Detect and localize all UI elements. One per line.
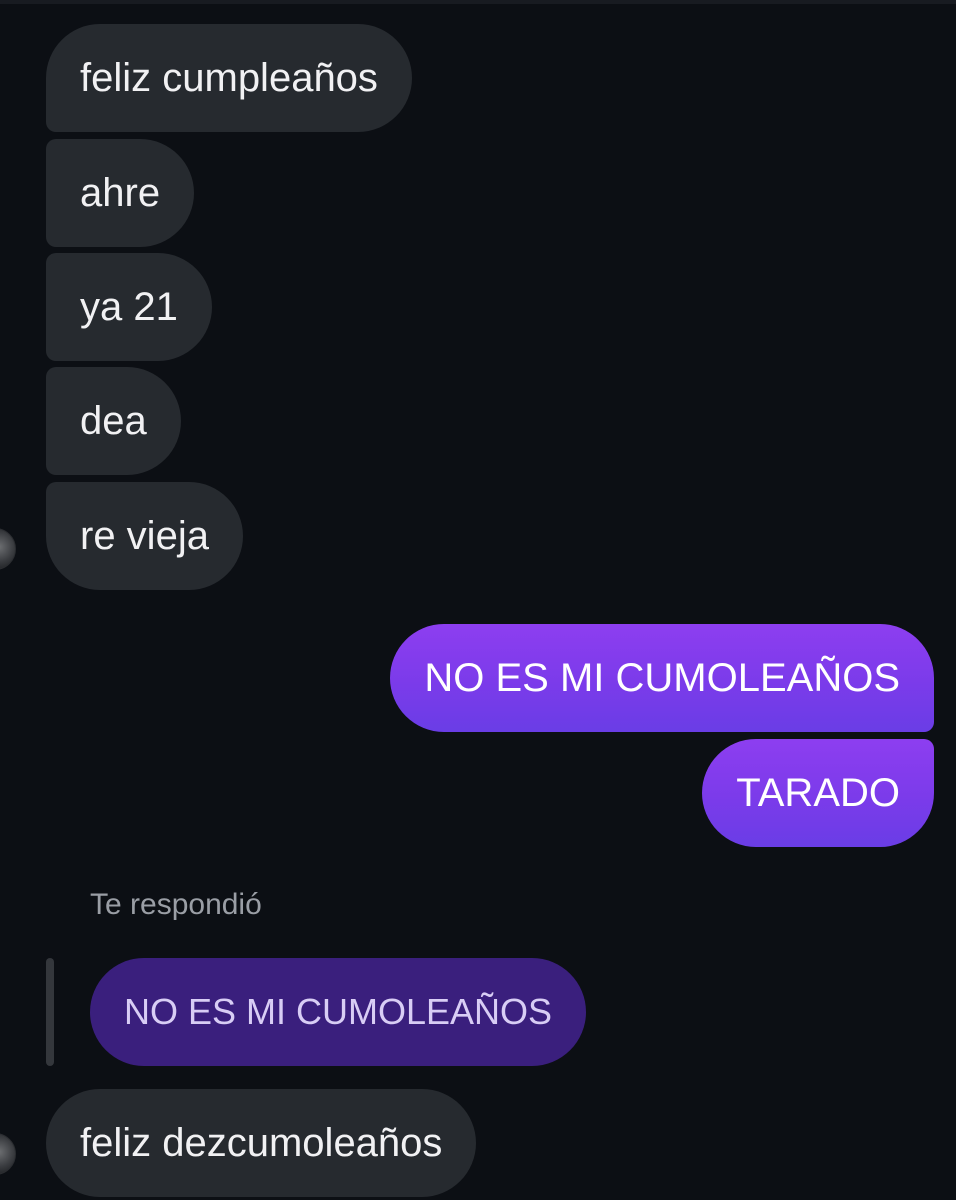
- message-text: NO ES MI CUMOLEAÑOS: [424, 656, 900, 700]
- message-text: ahre: [80, 171, 161, 215]
- quoted-message-text: NO ES MI CUMOLEAÑOS: [124, 991, 553, 1032]
- message-text: TARADO: [736, 771, 900, 815]
- incoming-message[interactable]: feliz cumpleaños: [46, 24, 412, 132]
- incoming-message[interactable]: re vieja: [46, 482, 243, 590]
- incoming-message[interactable]: ahre: [46, 139, 195, 247]
- chat-screen: feliz cumpleaños ahre ya 21 dea re vieja…: [0, 0, 956, 1200]
- message-text: ya 21: [80, 285, 178, 329]
- quoted-message[interactable]: NO ES MI CUMOLEAÑOS: [90, 958, 587, 1066]
- outgoing-message[interactable]: NO ES MI CUMOLEAÑOS: [390, 624, 934, 732]
- reply-indicator-bar: [46, 958, 54, 1066]
- outgoing-message[interactable]: TARADO: [702, 739, 934, 847]
- incoming-reply-message[interactable]: feliz dezcumoleaños: [46, 1089, 477, 1197]
- message-text: dea: [80, 399, 147, 443]
- reply-context-label: Te respondió: [90, 888, 262, 921]
- sender-avatar[interactable]: [0, 528, 16, 570]
- message-text: feliz dezcumoleaños: [80, 1121, 443, 1165]
- incoming-message[interactable]: ya 21: [46, 253, 212, 361]
- message-text: feliz cumpleaños: [80, 56, 378, 100]
- sender-avatar[interactable]: [0, 1133, 16, 1175]
- message-text: re vieja: [80, 514, 209, 558]
- incoming-message[interactable]: dea: [46, 367, 181, 475]
- top-divider: [0, 0, 956, 4]
